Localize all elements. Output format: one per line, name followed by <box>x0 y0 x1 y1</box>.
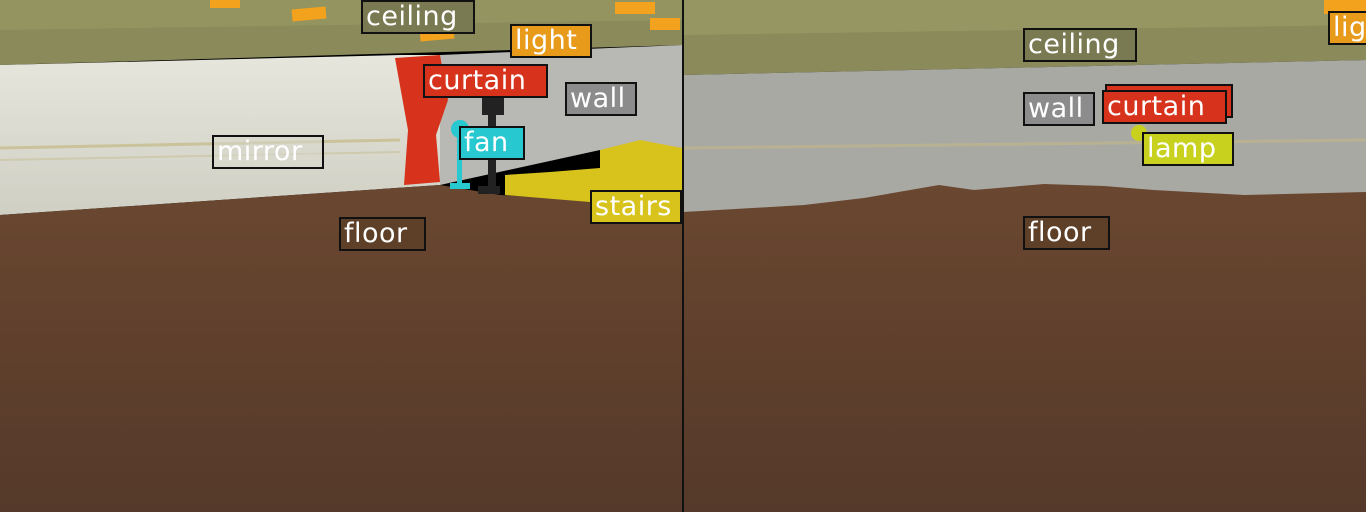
label-lamp: lamp <box>1142 132 1234 166</box>
label-light: light <box>510 24 592 58</box>
label-stairs: stairs <box>590 190 682 224</box>
label-fan: fan <box>459 126 525 160</box>
segmentation-comparison: ceiling light curtain wall fan mirror st… <box>0 0 1366 512</box>
label-wall: wall <box>1023 92 1095 126</box>
left-segmentation-panel: ceiling light curtain wall fan mirror st… <box>0 0 682 512</box>
label-mirror: mirror <box>212 135 324 169</box>
label-floor: floor <box>339 217 426 251</box>
label-ceiling: ceiling <box>1023 28 1137 62</box>
label-ceiling: ceiling <box>361 0 475 34</box>
left-scene-image <box>0 0 682 512</box>
label-wall: wall <box>565 82 637 116</box>
label-floor: floor <box>1023 216 1110 250</box>
right-scene-image <box>684 0 1366 512</box>
label-curtain: curtain <box>1102 90 1227 124</box>
right-segmentation-panel: lig ceiling wall curtain lamp floor <box>684 0 1366 512</box>
label-light: lig <box>1328 11 1366 45</box>
label-curtain: curtain <box>423 64 548 98</box>
